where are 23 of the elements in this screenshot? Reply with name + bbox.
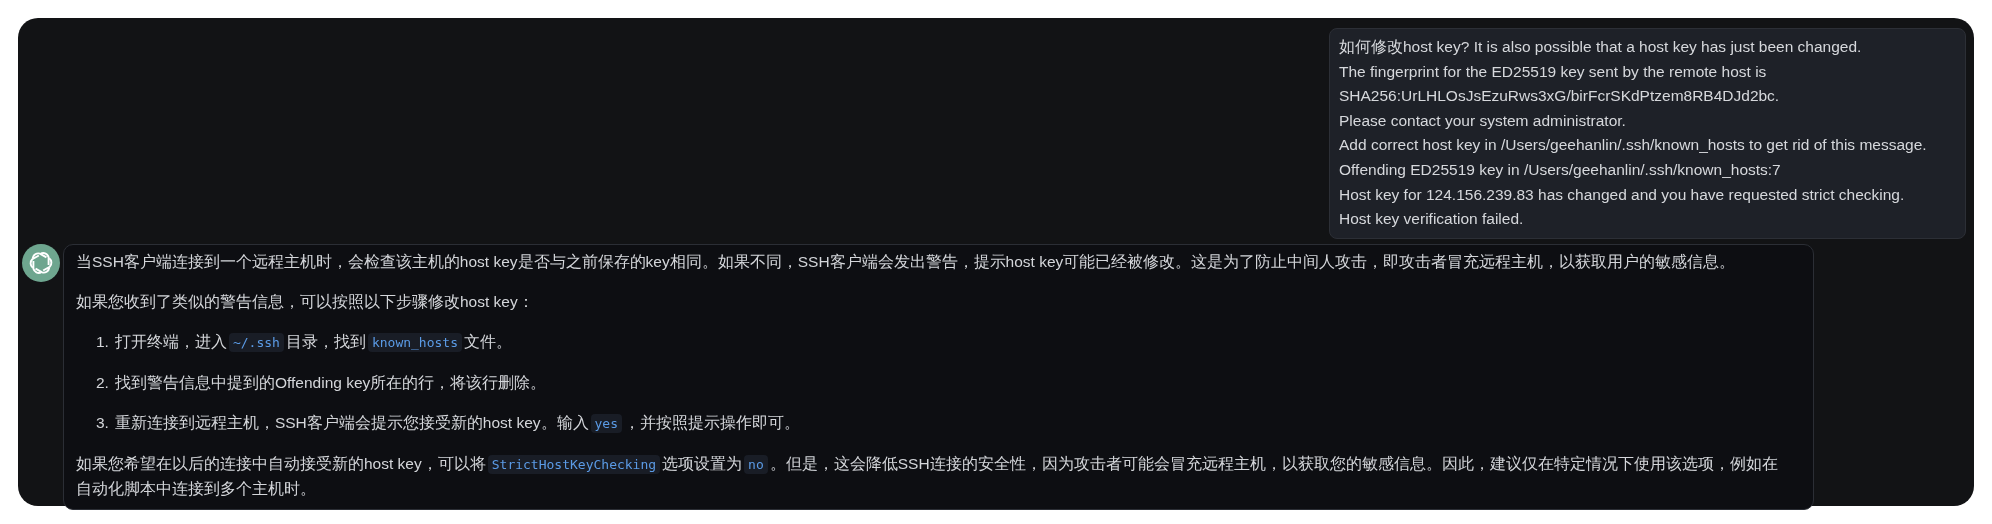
message-line: The fingerprint for the ED25519 key sent by the remote host is (1339, 61, 1768, 82)
list-item-text: 找到警告信息中提到的Offending key所在的行，将该行删除。 (114, 372, 547, 393)
list-number: 2. (96, 372, 109, 393)
message-line: SHA256:UrLHLOsJsEzuRws3xG/birFcrSKdPtzem8RB4DJd2bc. (1339, 86, 1781, 107)
inline-code: ~/.ssh (228, 332, 284, 352)
message-line: 如何修改host key? It is also possible that a host key has just been changed. (1339, 37, 1863, 57)
message-line: Offending ED25519 key in /Users/geehanlin/.ssh/known_hosts:7 (1339, 159, 1782, 180)
list-number: 1. (96, 331, 109, 352)
inline-code: no (744, 454, 768, 474)
assistant-avatar-icon (22, 243, 60, 282)
inline-code: yes (590, 413, 623, 433)
message-line: Host key verification failed. (1339, 209, 1525, 230)
message-line: Host key for 124.156.239.83 has changed and you have requested strict checking. (1339, 184, 1906, 205)
answer-paragraph: 当SSH客户端连接到一个远程主机时，会检查该主机的host key是否与之前保存的key相同。如果不同，SSH客户端会发出警告，提示host key可能已经被修改。这是为了防止中间人攻击，即攻击者冒充远程主机，以获取用户的敏感信息。 (76, 251, 1737, 272)
message-line: Add correct host key in /Users/geehanlin/.ssh/known_hosts to get rid of this message. (1339, 135, 1928, 156)
list-item-text: 重新连接到远程主机，SSH客户端会提示您接受新的host key。输入 yes ，并按照提示操作即可。 (114, 412, 801, 435)
inline-code: known_hosts (367, 332, 462, 352)
list-number: 3. (96, 412, 109, 433)
message-line: Please contact your system administrator. (1339, 110, 1627, 131)
answer-paragraph: 如果您希望在以后的连接中自动接受新的host key，可以将 StrictHostKeyChecking 选项设置为 no 。但是，这会降低SSH连接的安全性，因为攻击者可能会冒充远程主机，以获取您的敏感信息。因此，建议仅在特定情况下使用该选项，例如在自动化脚本中连接到多个主机时。 (76, 453, 1779, 499)
inline-code: StrictHostKeyChecking (487, 454, 661, 474)
list-item-text: 打开终端，进入 ~/.ssh 目录，找到 known_hosts 文件。 (114, 331, 512, 354)
answer-paragraph: 如果您收到了类似的警告信息，可以按照以下步骤修改host key： (76, 291, 535, 312)
